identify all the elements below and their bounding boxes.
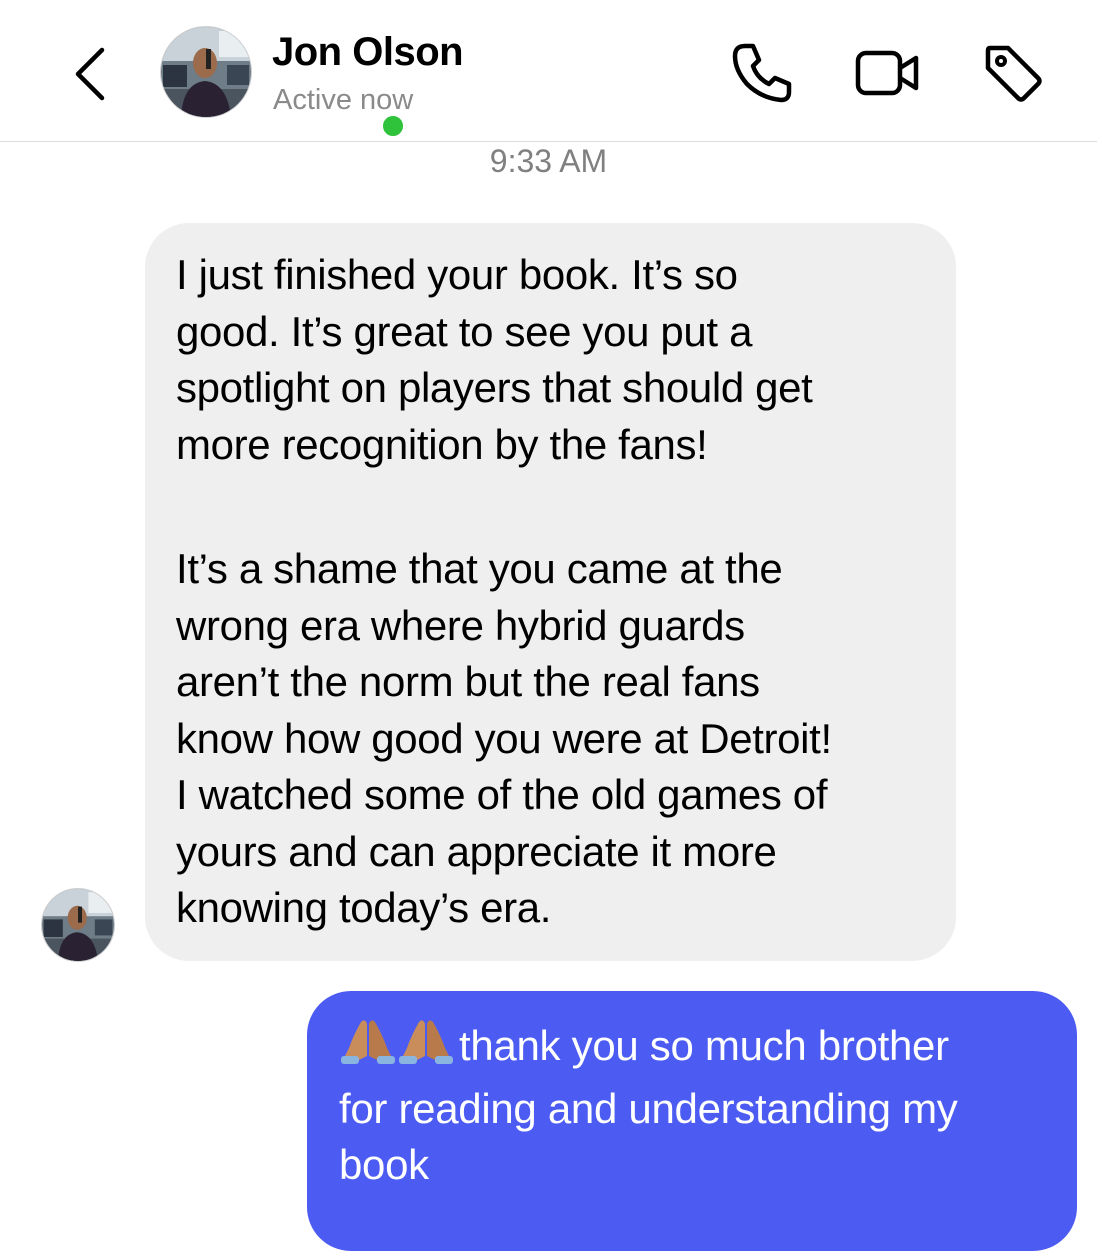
- message-line: more recognition by the fans!: [176, 420, 708, 468]
- message-line: It’s a shame that you came at the: [176, 545, 783, 592]
- message-line: spotlight on players that should get: [176, 364, 813, 411]
- tag-button[interactable]: [978, 38, 1048, 108]
- message-line: good. It’s great to see you put a: [176, 307, 753, 355]
- message-line: knowing today’s era.: [176, 884, 552, 931]
- video-call-button[interactable]: [852, 38, 922, 108]
- message-timestamp: 9:33 AM: [489, 143, 608, 179]
- message-line: book: [339, 1141, 429, 1188]
- conversation-header: Jon Olson Active now: [0, 0, 1097, 142]
- voice-call-button[interactable]: [727, 38, 797, 108]
- avatar: [160, 26, 252, 118]
- outgoing-message-bubble[interactable]: thank you so much brother for reading an…: [307, 991, 1077, 1251]
- message-line: I watched some of the old games of: [176, 771, 828, 818]
- message-line: know how good you were at Detroit!: [176, 714, 832, 762]
- video-camera-icon: [855, 50, 919, 96]
- message-line: aren’t the norm but the real fans: [176, 658, 760, 705]
- folded-hands-emoji: [399, 1020, 453, 1064]
- emoji-group: [339, 1016, 455, 1081]
- sender-avatar[interactable]: [41, 888, 115, 962]
- active-status: Active now: [273, 84, 414, 116]
- message-line: for reading and understanding my: [339, 1084, 958, 1132]
- message-paragraph: I just finished your book. It’s so good.…: [176, 247, 926, 473]
- folded-hands-emoji: [341, 1020, 395, 1064]
- message-paragraph: It’s a shame that you came at the wrong …: [176, 541, 926, 937]
- incoming-message-bubble[interactable]: I just finished your book. It’s so good.…: [145, 223, 956, 961]
- message-line-text: thank you so much brother: [459, 1022, 949, 1069]
- back-button[interactable]: [62, 36, 122, 112]
- message-line: thank you so much brother: [339, 1016, 1057, 1081]
- phone-icon: [732, 43, 792, 103]
- message-line: yours and can appreciate it more: [176, 827, 777, 875]
- contact-avatar-button[interactable]: [160, 26, 407, 140]
- chevron-left-icon: [75, 47, 105, 101]
- tag-icon: [985, 45, 1042, 102]
- message-line: wrong era where hybrid guards: [176, 601, 745, 649]
- message-line: I just finished your book. It’s so: [176, 251, 738, 298]
- contact-name[interactable]: Jon Olson: [272, 30, 464, 75]
